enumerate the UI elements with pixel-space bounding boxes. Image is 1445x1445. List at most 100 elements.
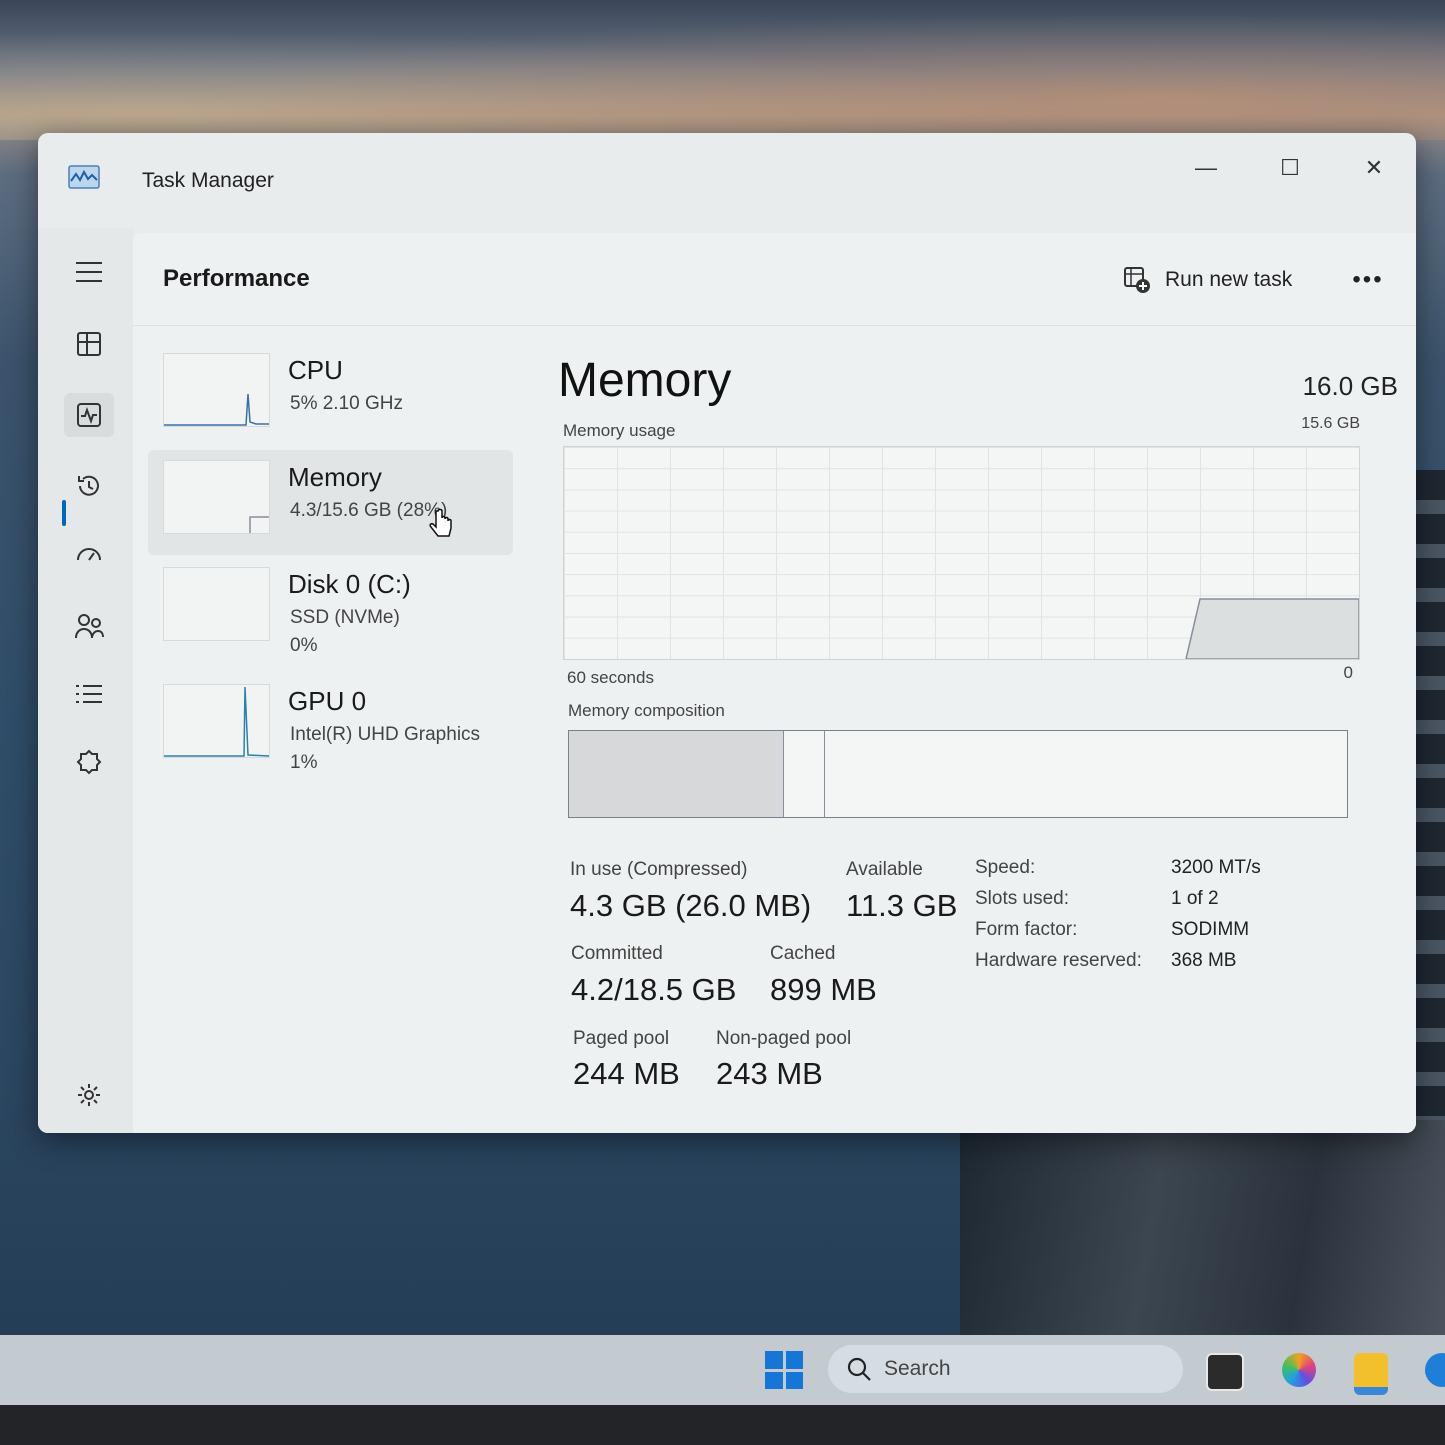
- app-history-icon: [78, 475, 99, 496]
- resource-detail: SSD (NVMe): [290, 607, 400, 628]
- nav-startup-apps[interactable]: [64, 534, 114, 578]
- task-view-icon[interactable]: [1206, 1353, 1244, 1391]
- speed-value: 3200 MT/s: [1171, 857, 1261, 878]
- resource-name: GPU 0: [288, 686, 367, 716]
- resource-name: Disk 0 (C:): [288, 569, 411, 599]
- hardware-reserved-value: 368 MB: [1171, 950, 1237, 971]
- content-pane: Performance Run new task ••• CPU 5% 2.10…: [133, 233, 1416, 1133]
- more-options-button[interactable]: •••: [1343, 257, 1393, 303]
- paged-pool-value: 244 MB: [573, 1056, 680, 1091]
- nav-app-history[interactable]: [64, 464, 114, 508]
- laptop-bezel: [0, 1405, 1445, 1445]
- memory-composition-label: Memory composition: [568, 701, 725, 720]
- hamburger-menu-icon: [76, 262, 102, 282]
- minimize-icon: —: [1195, 155, 1217, 180]
- nav-details[interactable]: [64, 672, 114, 716]
- run-new-task-icon: [1124, 267, 1150, 293]
- title-bar[interactable]: Task Manager — ☐ ✕: [38, 133, 1416, 228]
- resource-list: CPU 5% 2.10 GHz Memory 4.3/15.6 GB (28%)…: [148, 343, 513, 781]
- slots-used-key: Slots used:: [975, 888, 1069, 909]
- desktop-wallpaper-dock: [960, 1120, 1445, 1335]
- copilot-icon[interactable]: [1282, 1353, 1316, 1387]
- resource-item-disk[interactable]: Disk 0 (C:) SSD (NVMe) 0%: [148, 557, 513, 662]
- available-label: Available: [846, 859, 923, 880]
- form-factor-value: SODIMM: [1171, 919, 1250, 940]
- form-factor-key: Form factor:: [975, 919, 1078, 940]
- non-paged-pool-label: Non-paged pool: [716, 1028, 852, 1049]
- cached-value: 899 MB: [770, 972, 877, 1007]
- minimize-button[interactable]: —: [1176, 145, 1236, 191]
- desktop-wallpaper-sky: [0, 0, 1445, 140]
- memory-usage-area: [1185, 598, 1359, 659]
- nav-users[interactable]: [64, 604, 114, 648]
- users-icon: [75, 614, 104, 639]
- resource-name: CPU: [288, 355, 343, 385]
- search-icon: [847, 1357, 871, 1381]
- resource-usage: 1%: [290, 752, 318, 773]
- memory-total: 16.0 GB: [1302, 371, 1398, 401]
- close-icon: ✕: [1364, 155, 1384, 180]
- cached-label: Cached: [770, 943, 836, 964]
- task-manager-window: Task Manager — ☐ ✕ Performance Run new t…: [38, 133, 1416, 1133]
- maximize-icon: ☐: [1280, 155, 1300, 180]
- performance-icon: [77, 403, 101, 427]
- services-icon: [76, 749, 102, 775]
- committed-value: 4.2/18.5 GB: [571, 972, 737, 1007]
- settings-icon: [78, 1084, 100, 1106]
- header-divider: [133, 325, 1416, 326]
- memory-usage-graph: [563, 446, 1360, 660]
- startup-apps-icon: [77, 548, 101, 561]
- memory-mini-graph: [163, 460, 270, 534]
- file-explorer-icon[interactable]: [1354, 1353, 1388, 1395]
- run-new-task-button[interactable]: Run new task: [1123, 257, 1292, 303]
- details-icon: [76, 685, 102, 703]
- start-button[interactable]: [765, 1351, 803, 1389]
- in-use-value: 4.3 GB (26.0 MB): [570, 888, 812, 923]
- page-title: Performance: [163, 265, 310, 292]
- memory-usage-label: Memory usage: [563, 421, 676, 440]
- memory-composition-bar: [568, 730, 1348, 818]
- graph-time-label: 60 seconds: [567, 668, 654, 687]
- composition-in-use: [569, 731, 784, 817]
- taskbar: Search: [0, 1335, 1445, 1405]
- memory-heading: Memory: [558, 354, 732, 407]
- resource-detail: 4.3/15.6 GB (28%): [290, 500, 448, 521]
- resource-usage: 0%: [290, 635, 318, 656]
- paged-pool-label: Paged pool: [573, 1028, 670, 1049]
- nav-performance[interactable]: [64, 393, 114, 437]
- disk-mini-graph: [163, 567, 270, 641]
- resource-detail: Intel(R) UHD Graphics: [290, 724, 481, 745]
- hardware-reserved-key: Hardware reserved:: [975, 950, 1142, 971]
- available-value: 11.3 GB: [846, 888, 958, 923]
- resource-item-cpu[interactable]: CPU 5% 2.10 GHz: [148, 343, 513, 448]
- windows-logo-icon: [765, 1351, 783, 1369]
- cpu-mini-graph: [163, 353, 270, 427]
- run-new-task-label: Run new task: [1165, 268, 1293, 291]
- processes-icon: [77, 332, 101, 356]
- committed-label: Committed: [571, 943, 663, 964]
- taskbar-search[interactable]: Search: [828, 1345, 1183, 1393]
- hand-cursor-icon: [429, 508, 452, 537]
- hamburger-menu-button[interactable]: [64, 250, 114, 294]
- in-use-label: In use (Compressed): [570, 859, 748, 880]
- slots-used-value: 1 of 2: [1171, 888, 1219, 909]
- navigation-rail: [38, 228, 133, 1133]
- memory-detail-panel: Memory 16.0 GB Memory usage 15.6 GB 60 s…: [558, 343, 1398, 1123]
- gpu-mini-graph: [163, 684, 270, 758]
- nav-services[interactable]: [64, 740, 114, 784]
- nav-settings[interactable]: [64, 1073, 114, 1117]
- search-placeholder: Search: [884, 1357, 951, 1380]
- task-manager-app-icon: [68, 165, 100, 189]
- maximize-button[interactable]: ☐: [1260, 145, 1320, 191]
- memory-usage-max: 15.6 GB: [1301, 415, 1360, 432]
- resource-name: Memory: [288, 462, 382, 492]
- resource-detail: 5% 2.10 GHz: [290, 393, 403, 414]
- edge-browser-icon[interactable]: [1425, 1353, 1445, 1387]
- close-button[interactable]: ✕: [1344, 145, 1404, 191]
- resource-item-gpu[interactable]: GPU 0 Intel(R) UHD Graphics 1%: [148, 674, 513, 779]
- resource-item-memory[interactable]: Memory 4.3/15.6 GB (28%): [148, 450, 513, 555]
- window-title: Task Manager: [142, 169, 274, 192]
- nav-processes[interactable]: [64, 322, 114, 366]
- graph-zero-label: 0: [1343, 663, 1353, 682]
- composition-modified: [783, 731, 825, 817]
